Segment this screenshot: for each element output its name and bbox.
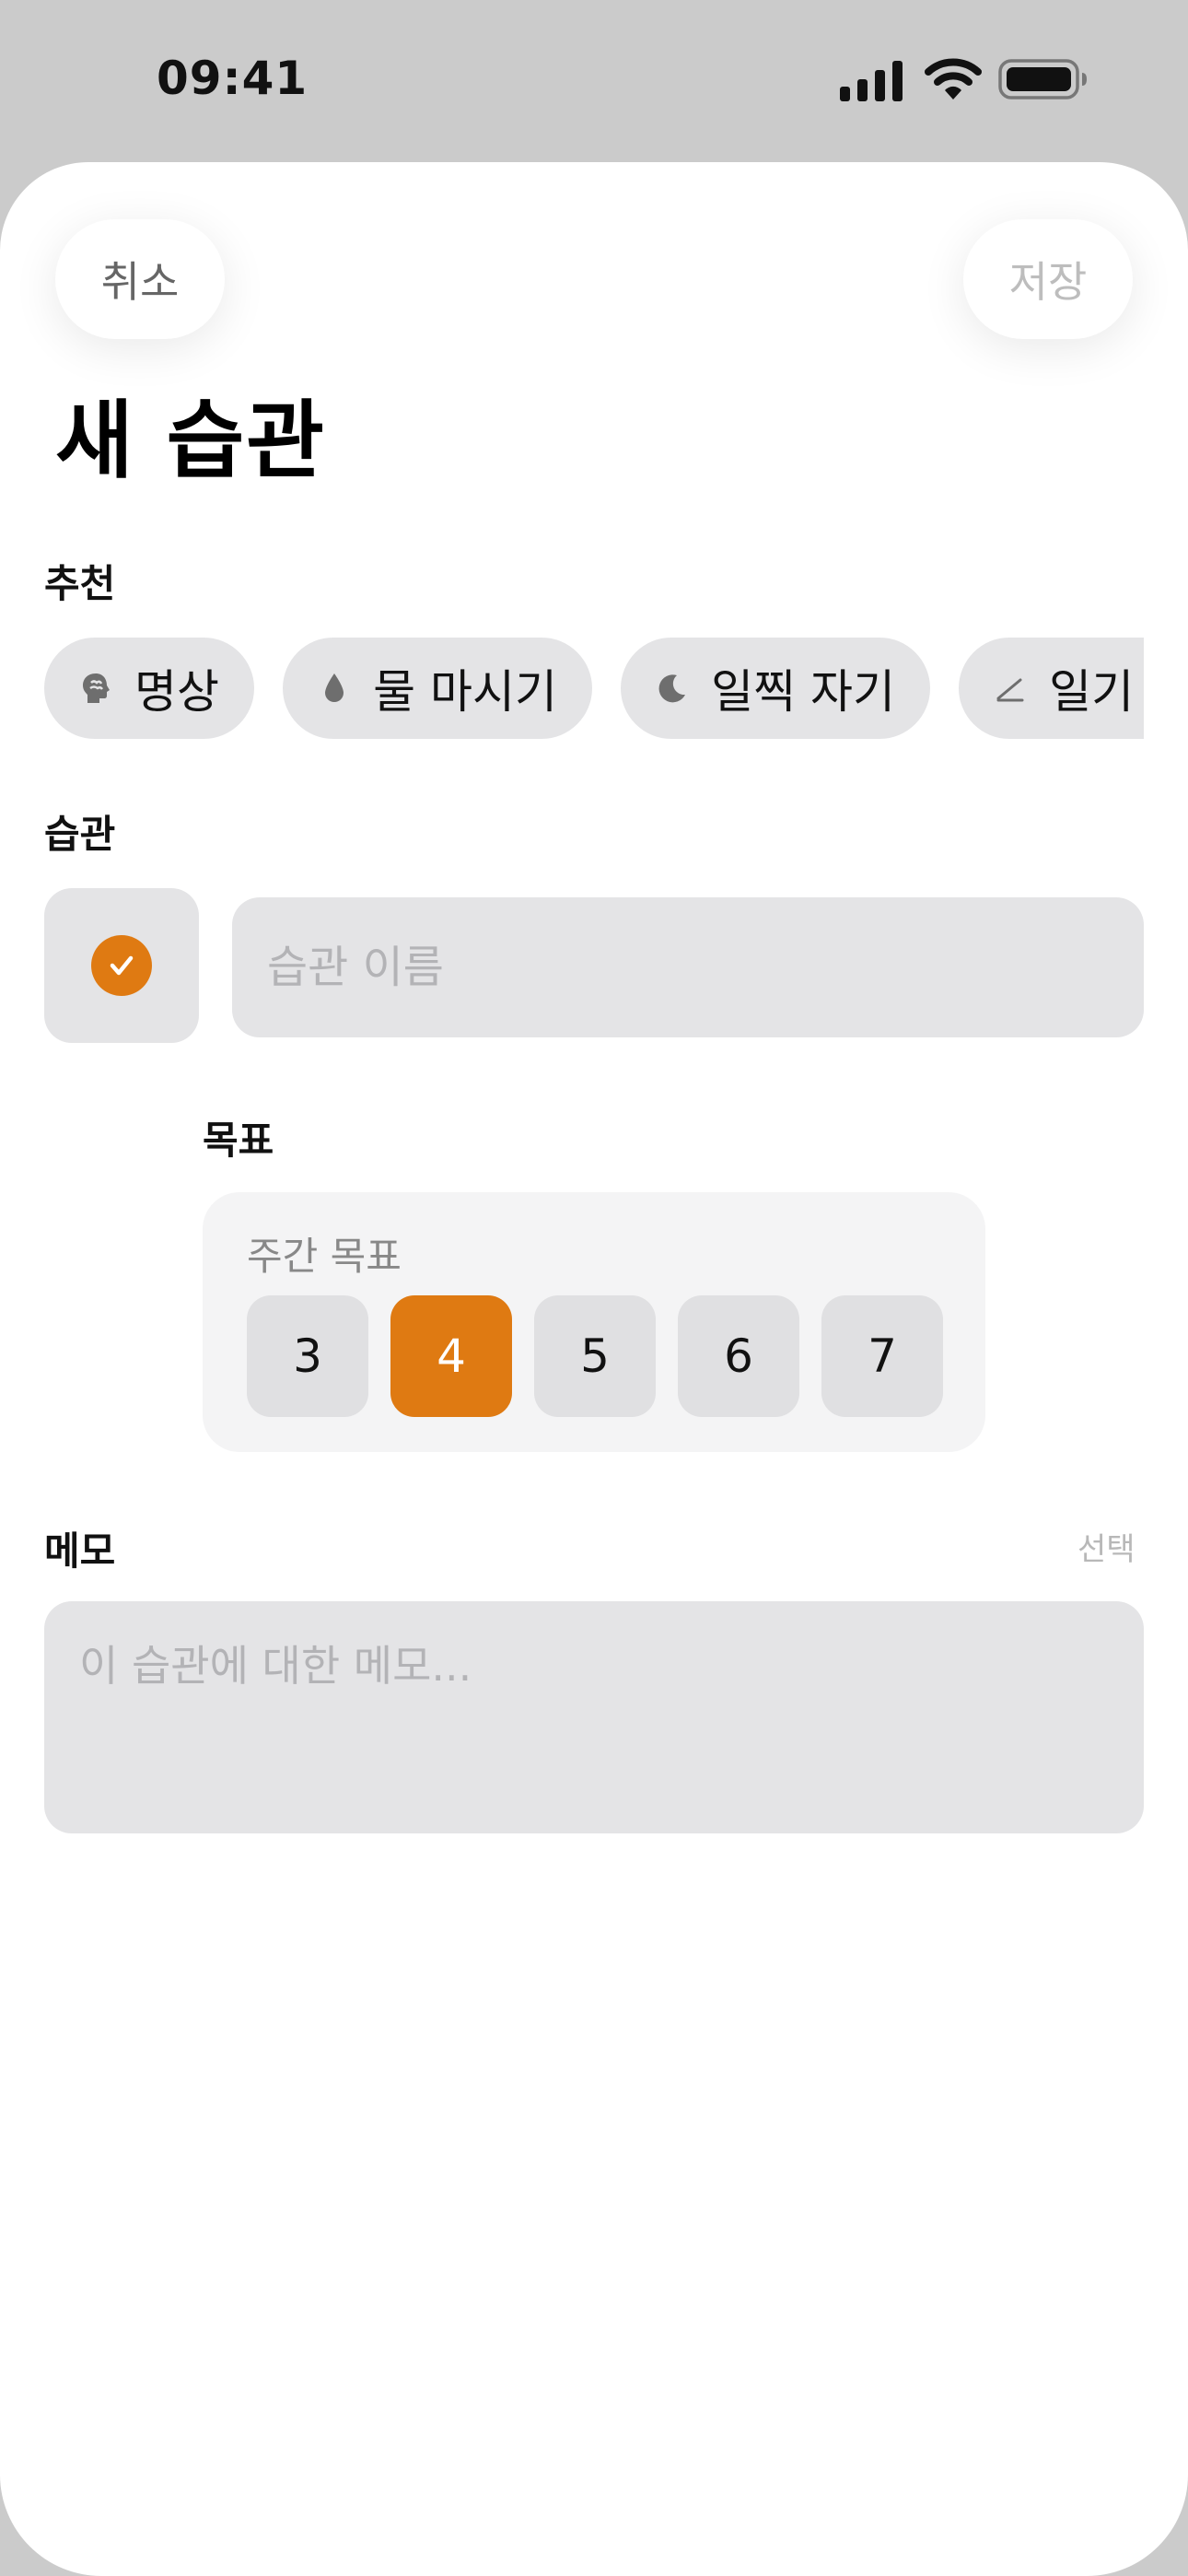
status-time: 09:41 [157, 52, 309, 105]
suggestion-chip-sleep-early[interactable]: 일찍 자기 [621, 638, 930, 739]
weekly-goal-card: 주간 목표 3 4 5 6 7 [203, 1192, 985, 1452]
checkmark-circle-icon [91, 935, 152, 996]
pencil-icon [992, 670, 1029, 707]
habit-label: 습관 [44, 812, 116, 857]
water-drop-icon [316, 670, 353, 707]
goal-label: 목표 [203, 1118, 274, 1163]
weekly-goal-subtitle: 주간 목표 [247, 1234, 402, 1279]
suggestion-chip-label: 명상 [134, 665, 219, 719]
memo-label: 메모 [44, 1528, 116, 1574]
suggestion-chip-label: 일찍 자기 [711, 665, 895, 719]
goal-option-6[interactable]: 6 [678, 1295, 799, 1417]
suggestion-chip-meditation[interactable]: 명상 [44, 638, 254, 739]
suggestion-chip-drink-water[interactable]: 물 마시기 [283, 638, 592, 739]
memo-textarea[interactable] [44, 1601, 1144, 1833]
page-title: 새 습관 [55, 392, 326, 490]
habit-icon-picker[interactable] [44, 888, 199, 1043]
habit-name-input[interactable] [232, 897, 1144, 1037]
cancel-button[interactable]: 취소 [55, 219, 225, 339]
status-icons [840, 55, 1089, 107]
goal-option-5[interactable]: 5 [534, 1295, 656, 1417]
goal-option-7[interactable]: 7 [821, 1295, 943, 1417]
suggestion-chip-journal[interactable]: 일기 쓰기 [959, 638, 1144, 739]
suggestion-chip-label: 물 마시기 [373, 665, 557, 719]
suggestion-chips[interactable]: 명상 물 마시기 일찍 자기 일기 [44, 638, 1144, 741]
brain-head-icon [77, 670, 114, 707]
save-button[interactable]: 저장 [963, 219, 1133, 339]
new-habit-sheet: 취소 저장 새 습관 추천 명상 물 마시기 일찍 자기 일기 습관 습관 이름… [0, 162, 1188, 2576]
cellular-signal-icon [840, 61, 903, 101]
suggestions-label: 추천 [44, 561, 116, 606]
battery-icon [998, 59, 1087, 100]
goal-option-4[interactable]: 4 [390, 1295, 512, 1417]
goal-option-3[interactable]: 3 [247, 1295, 368, 1417]
suggestion-chip-label: 일기 쓰기 [1049, 665, 1144, 719]
moon-icon [654, 670, 691, 707]
wifi-icon [925, 58, 982, 100]
memo-optional-label: 선택 [1077, 1531, 1136, 1568]
